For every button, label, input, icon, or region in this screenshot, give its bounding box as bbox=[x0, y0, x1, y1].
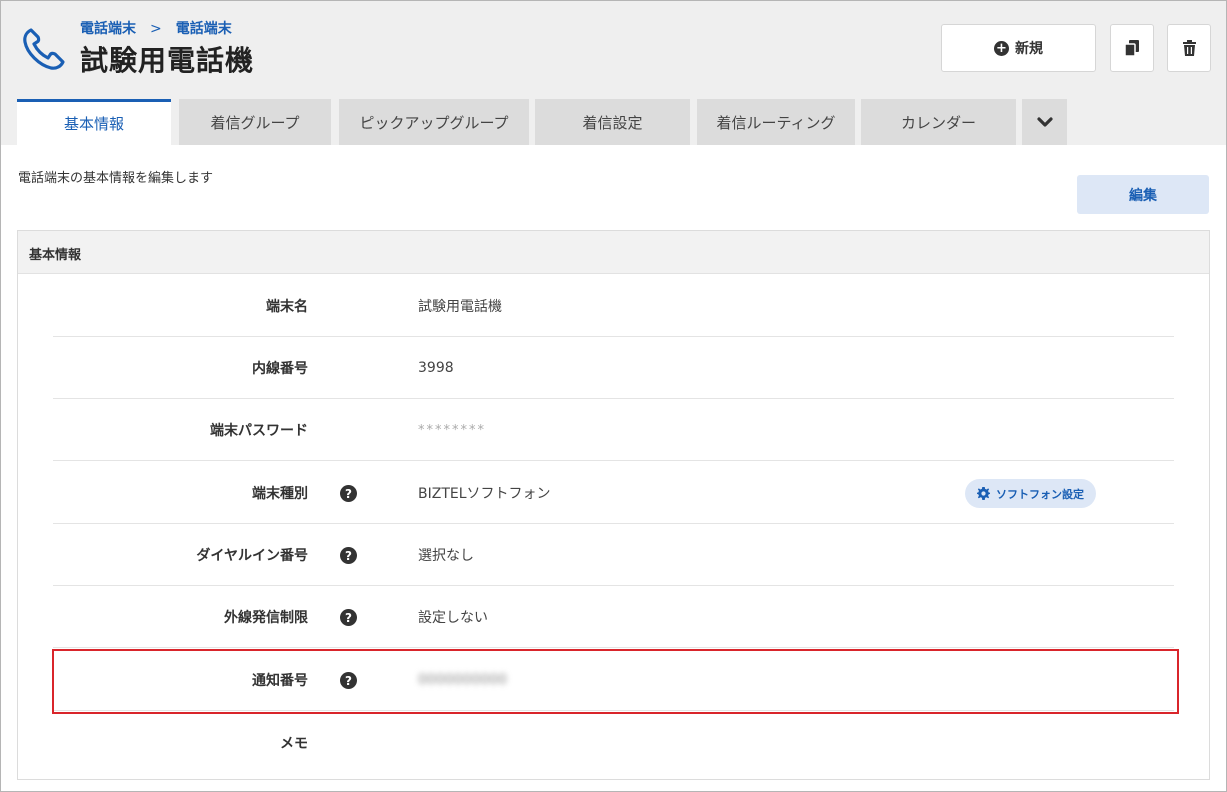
phone-icon bbox=[23, 28, 65, 70]
trash-icon bbox=[1182, 40, 1196, 56]
tab-label: 着信設定 bbox=[582, 113, 643, 132]
tab-incoming-group[interactable]: 着信グループ bbox=[179, 99, 331, 145]
new-button[interactable]: + 新規 bbox=[941, 24, 1096, 72]
row-terminal-type: 端末種別 ? BIZTELソフトフォン ソフトフォン設定 bbox=[53, 462, 1174, 524]
row-label: 端末パスワード bbox=[210, 423, 308, 439]
chevron-down-icon bbox=[1036, 116, 1053, 127]
tab-incoming-settings[interactable]: 着信設定 bbox=[535, 99, 690, 145]
edit-button[interactable]: 編集 bbox=[1077, 175, 1209, 214]
help-icon[interactable]: ? bbox=[340, 547, 357, 564]
gear-icon bbox=[977, 487, 990, 500]
softphone-settings-label: ソフトフォン設定 bbox=[996, 487, 1084, 501]
row-label: 内線番号 bbox=[252, 361, 308, 377]
row-label: 端末種別 bbox=[252, 486, 308, 502]
row-dial-in-number: ダイヤルイン番号 ? 選択なし bbox=[53, 524, 1174, 586]
row-label: 端末名 bbox=[266, 299, 308, 315]
tab-basic-info[interactable]: 基本情報 bbox=[17, 99, 171, 145]
row-value: 選択なし bbox=[418, 548, 474, 564]
row-extension-number: 内線番号 3998 bbox=[53, 337, 1174, 399]
page-title: 試験用電話機 bbox=[80, 44, 255, 77]
tab-more-button[interactable] bbox=[1022, 99, 1067, 145]
breadcrumb: 電話端末 > 電話端末 bbox=[80, 18, 232, 38]
tab-calendar[interactable]: カレンダー bbox=[861, 99, 1016, 145]
row-memo: メモ bbox=[53, 712, 1174, 774]
tab-label: 着信ルーティング bbox=[716, 113, 836, 132]
help-icon[interactable]: ? bbox=[340, 609, 357, 626]
row-terminal-name: 端末名 試験用電話機 bbox=[53, 275, 1174, 337]
tab-label: カレンダー bbox=[900, 113, 976, 132]
row-value: 3998 bbox=[418, 360, 454, 376]
delete-button[interactable] bbox=[1167, 24, 1211, 72]
row-outbound-restriction: 外線発信制限 ? 設定しない bbox=[53, 586, 1174, 648]
row-label: ダイヤルイン番号 bbox=[196, 548, 308, 564]
new-button-label: 新規 bbox=[1015, 41, 1043, 57]
row-value: 設定しない bbox=[418, 610, 488, 626]
help-icon[interactable]: ? bbox=[340, 485, 357, 502]
tab-label: 着信グループ bbox=[210, 113, 300, 132]
row-terminal-password: 端末パスワード ******** bbox=[53, 399, 1174, 461]
row-value: 試験用電話機 bbox=[418, 299, 502, 315]
tab-label: 基本情報 bbox=[63, 115, 124, 133]
tab-pickup-group[interactable]: ピックアップグループ bbox=[339, 99, 529, 145]
panel-title: 基本情報 bbox=[18, 231, 1209, 274]
plus-circle-icon: + bbox=[994, 40, 1009, 56]
tab-label: ピックアップグループ bbox=[359, 113, 509, 132]
breadcrumb-item[interactable]: 電話端末 bbox=[80, 21, 136, 37]
row-value: ******** bbox=[418, 422, 486, 438]
row-label: 外線発信制限 bbox=[224, 610, 308, 626]
softphone-settings-button[interactable]: ソフトフォン設定 bbox=[965, 479, 1096, 508]
copy-icon bbox=[1125, 40, 1139, 56]
row-value: BIZTELソフトフォン bbox=[418, 486, 551, 502]
row-label: メモ bbox=[280, 736, 308, 752]
highlight-box bbox=[52, 649, 1179, 714]
copy-button[interactable] bbox=[1110, 24, 1154, 72]
page-description: 電話端末の基本情報を編集します bbox=[18, 171, 214, 186]
tab-incoming-routing[interactable]: 着信ルーティング bbox=[697, 99, 855, 145]
breadcrumb-separator: > bbox=[150, 21, 162, 37]
breadcrumb-item[interactable]: 電話端末 bbox=[176, 21, 232, 37]
